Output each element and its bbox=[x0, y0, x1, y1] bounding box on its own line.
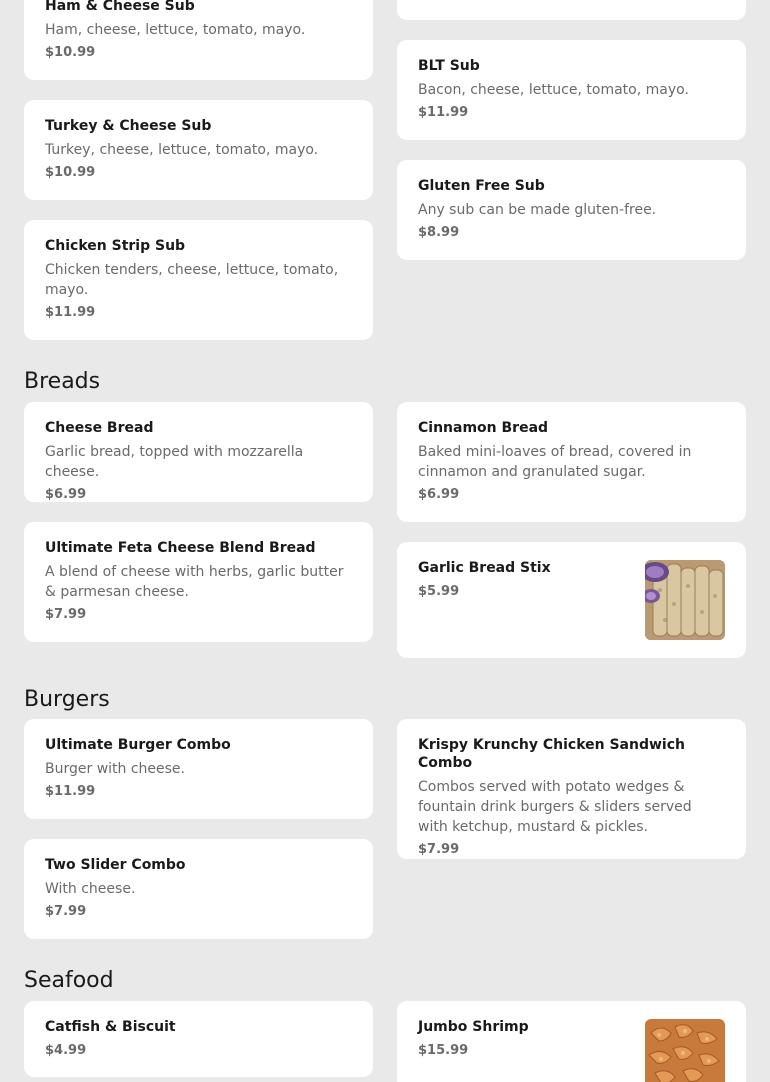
item-name: Jumbo Shrimp bbox=[418, 1019, 529, 1035]
menu-item-card[interactable]: Garlic Bread Stix $5.99 bbox=[397, 542, 746, 658]
item-name: Chicken Strip Sub bbox=[45, 238, 186, 254]
menu-item-card[interactable]: Gluten Free Sub Any sub can be made glut… bbox=[397, 160, 746, 260]
menu-item-card[interactable]: Ham & Cheese Sub Ham, cheese, lettuce, t… bbox=[24, 0, 373, 80]
item-name: Ultimate Burger Combo bbox=[45, 737, 231, 753]
item-price: $11.99 bbox=[45, 305, 96, 320]
item-description: Any sub can be made gluten-free. bbox=[418, 202, 657, 218]
menu-item-card[interactable]: Cinnamon Bread Baked mini-loaves of brea… bbox=[397, 402, 746, 522]
item-description: Garlic bread, topped with mozzarella che… bbox=[45, 444, 304, 480]
item-name: Ultimate Feta Cheese Blend Bread bbox=[45, 540, 316, 556]
item-price: $7.99 bbox=[45, 904, 87, 919]
item-description: Ham, cheese, lettuce, tomato, mayo. bbox=[45, 22, 306, 38]
item-name: Turkey & Cheese Sub bbox=[45, 118, 212, 134]
item-price: $6.99 bbox=[45, 487, 87, 502]
item-name: BLT Sub bbox=[418, 58, 480, 74]
item-name: Ham & Cheese Sub bbox=[45, 0, 195, 14]
item-name: Catfish & Biscuit bbox=[45, 1019, 176, 1035]
section-title-breads: Breads bbox=[24, 369, 101, 394]
menu-item-card[interactable]: Two Slider Combo With cheese. $7.99 bbox=[24, 839, 373, 939]
item-price: $10.99 bbox=[45, 165, 96, 180]
menu-item-card[interactable]: Chicken Strip Sub Chicken tenders, chees… bbox=[24, 220, 373, 340]
item-price: $4.99 bbox=[45, 1043, 87, 1058]
item-name: Garlic Bread Stix bbox=[418, 560, 551, 576]
menu-item-card[interactable]: Catfish & Biscuit $4.99 bbox=[24, 1001, 373, 1077]
item-price: $11.99 bbox=[418, 105, 469, 120]
section-title-seafood: Seafood bbox=[24, 968, 114, 993]
item-name: Cheese Bread bbox=[45, 420, 154, 436]
menu-item-card[interactable]: Turkey & Cheese Sub Turkey, cheese, lett… bbox=[24, 100, 373, 200]
item-price: $5.99 bbox=[418, 584, 460, 599]
item-description: Combos served with potato wedges & fount… bbox=[418, 779, 692, 835]
item-description: A blend of cheese with herbs, garlic but… bbox=[45, 564, 344, 600]
item-name: Krispy Krunchy Chicken Sandwich Combo bbox=[418, 737, 685, 771]
shrimp-photo bbox=[645, 1019, 725, 1082]
menu-item-card[interactable]: Krispy Krunchy Chicken Sandwich Combo Co… bbox=[397, 719, 746, 859]
item-price: $11.99 bbox=[45, 784, 96, 799]
item-description: Turkey, cheese, lettuce, tomato, mayo. bbox=[45, 142, 319, 158]
item-price: $7.99 bbox=[418, 842, 460, 857]
section-title-burgers: Burgers bbox=[24, 687, 110, 712]
menu-item-card[interactable]: Jumbo Shrimp $15.99 bbox=[397, 1001, 746, 1082]
item-price: $10.99 bbox=[45, 45, 96, 60]
garlic-bread-photo bbox=[645, 560, 725, 640]
item-price: $8.99 bbox=[418, 225, 460, 240]
menu-item-card-partial[interactable] bbox=[397, 0, 746, 20]
item-name: Cinnamon Bread bbox=[418, 420, 549, 436]
item-price: $6.99 bbox=[418, 487, 460, 502]
menu-item-card[interactable]: Cheese Bread Garlic bread, topped with m… bbox=[24, 402, 373, 502]
item-price: $15.99 bbox=[418, 1043, 469, 1058]
item-description: Baked mini-loaves of bread, covered in c… bbox=[418, 444, 692, 480]
item-name: Two Slider Combo bbox=[45, 857, 186, 873]
item-description: Bacon, cheese, lettuce, tomato, mayo. bbox=[418, 82, 689, 98]
menu-item-card[interactable]: Ultimate Burger Combo Burger with cheese… bbox=[24, 719, 373, 819]
menu-item-card[interactable]: BLT Sub Bacon, cheese, lettuce, tomato, … bbox=[397, 40, 746, 140]
item-name: Gluten Free Sub bbox=[418, 178, 545, 194]
item-description: Burger with cheese. bbox=[45, 761, 185, 777]
menu-item-card[interactable]: Ultimate Feta Cheese Blend Bread A blend… bbox=[24, 522, 373, 642]
item-price: $7.99 bbox=[45, 607, 87, 622]
item-description: With cheese. bbox=[45, 881, 136, 897]
item-description: Chicken tenders, cheese, lettuce, tomato… bbox=[45, 262, 339, 298]
